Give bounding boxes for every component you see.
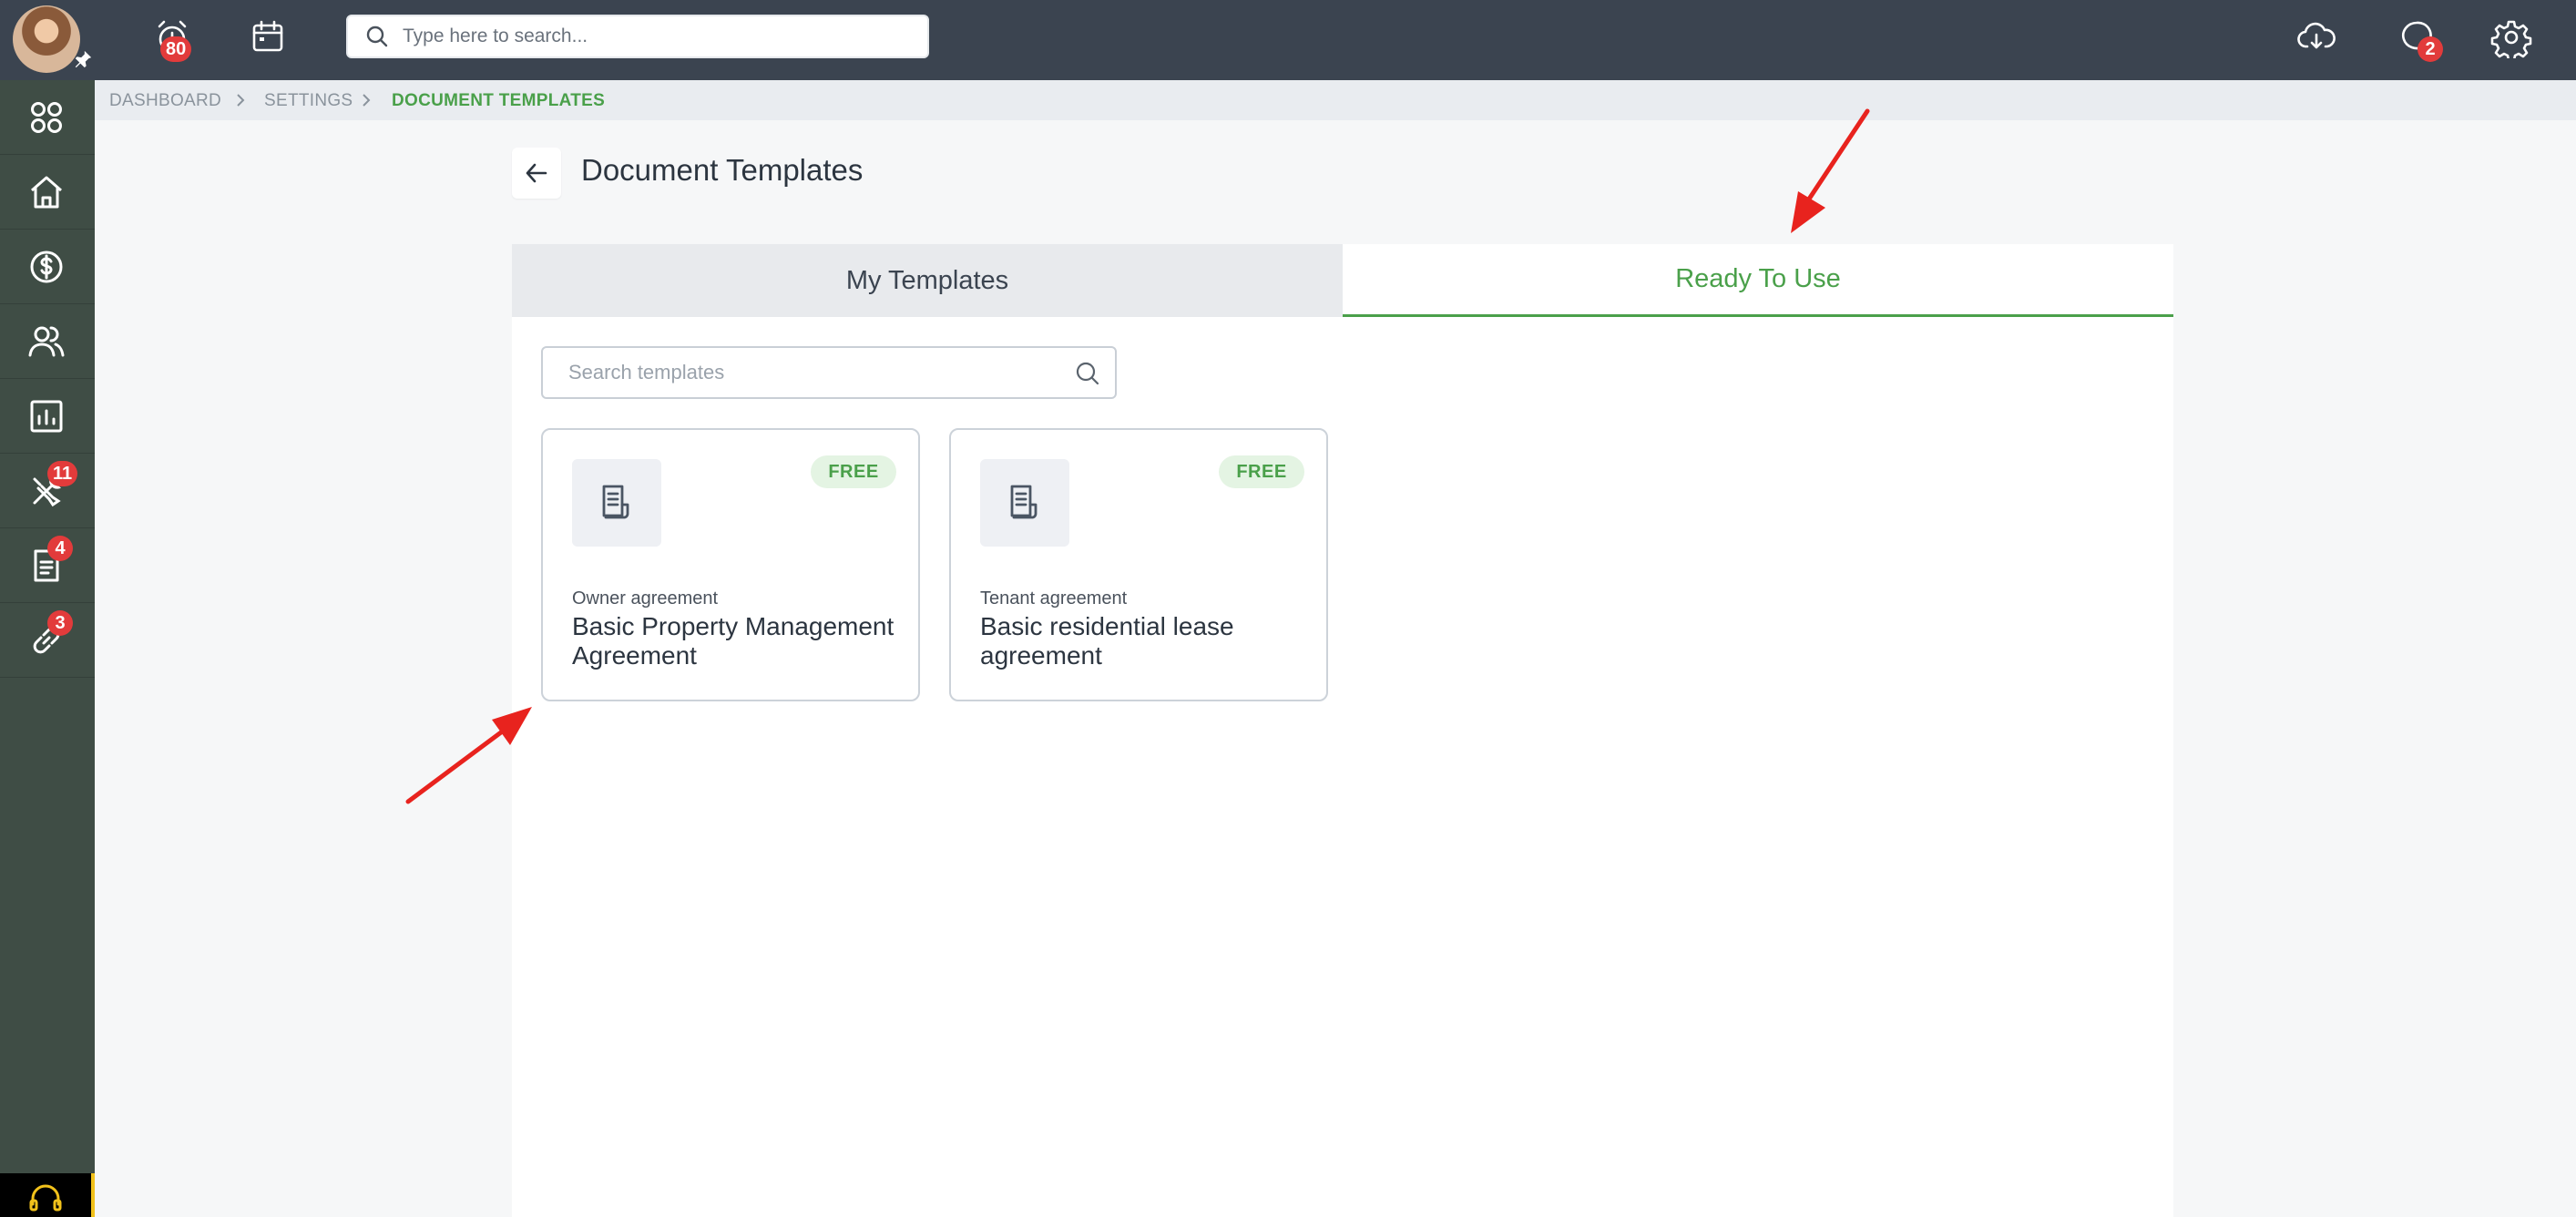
document-icon [1010, 485, 1038, 519]
dollar-icon [30, 251, 63, 283]
top-bar: 80 2 [0, 0, 2576, 80]
template-thumbnail [572, 459, 661, 547]
arrow-left-icon [526, 163, 547, 183]
sidebar-item-home[interactable] [0, 155, 95, 230]
sidebar-item-contacts[interactable] [0, 304, 95, 379]
breadcrumb: DASHBOARD SETTINGS DOCUMENT TEMPLATES [95, 80, 2576, 120]
breadcrumb-settings[interactable]: SETTINGS [264, 91, 353, 111]
search-icon [366, 26, 388, 47]
templates-panel: My Templates Ready To Use FREE Owner agr… [512, 244, 2173, 1217]
template-card[interactable]: FREE Tenant agreement Basic residential … [949, 428, 1328, 701]
gear-icon[interactable] [2490, 16, 2532, 58]
sidebar: 11 4 3 [0, 80, 95, 1217]
apps-grid-icon [31, 102, 62, 133]
home-icon [31, 176, 62, 209]
pin-icon [75, 50, 92, 68]
tab-ready-to-use[interactable]: Ready To Use [1343, 244, 2173, 317]
free-badge: FREE [811, 455, 896, 488]
chat-badge: 2 [2418, 36, 2443, 62]
alarm-badge: 80 [160, 36, 192, 62]
maintenance-badge: 11 [47, 461, 78, 486]
chart-icon [30, 400, 63, 433]
documents-badge: 4 [47, 536, 73, 561]
users-icon [28, 326, 65, 357]
user-avatar[interactable] [13, 5, 80, 73]
calendar-icon[interactable] [248, 16, 290, 58]
template-search[interactable] [541, 346, 1117, 399]
sidebar-item-apps[interactable] [0, 80, 95, 155]
sidebar-item-integrations[interactable]: 3 [0, 603, 95, 678]
template-search-input[interactable] [568, 348, 1060, 397]
breadcrumb-document-templates: DOCUMENT TEMPLATES [392, 91, 606, 110]
global-search-input[interactable] [403, 16, 913, 56]
template-category: Owner agreement [572, 588, 719, 608]
sidebar-item-finance[interactable] [0, 230, 95, 304]
global-search[interactable] [346, 15, 929, 58]
search-icon[interactable] [1075, 361, 1100, 386]
back-button[interactable] [512, 148, 561, 199]
template-name: Basic Property Management Agreement [572, 612, 894, 670]
headset-icon [29, 1184, 62, 1212]
annotation-arrow-icon [1791, 108, 1870, 233]
tab-my-templates[interactable]: My Templates [512, 244, 1343, 317]
page-title: Document Templates [581, 153, 864, 187]
sidebar-item-documents[interactable]: 4 [0, 528, 95, 603]
breadcrumb-dashboard[interactable]: DASHBOARD [109, 91, 221, 111]
integrations-badge: 3 [47, 610, 73, 636]
free-badge: FREE [1219, 455, 1304, 488]
chevron-right-icon [237, 94, 245, 107]
template-category: Tenant agreement [980, 588, 1128, 608]
document-icon [602, 485, 629, 519]
support-button[interactable] [0, 1173, 95, 1217]
template-card[interactable]: FREE Owner agreement Basic Property Mana… [541, 428, 920, 701]
sidebar-item-reports[interactable] [0, 379, 95, 454]
template-thumbnail [980, 459, 1069, 547]
chevron-right-icon [363, 94, 371, 107]
cloud-download-icon[interactable] [2295, 16, 2337, 58]
template-name: Basic residential lease agreement [980, 612, 1234, 670]
sidebar-item-maintenance[interactable]: 11 [0, 454, 95, 528]
